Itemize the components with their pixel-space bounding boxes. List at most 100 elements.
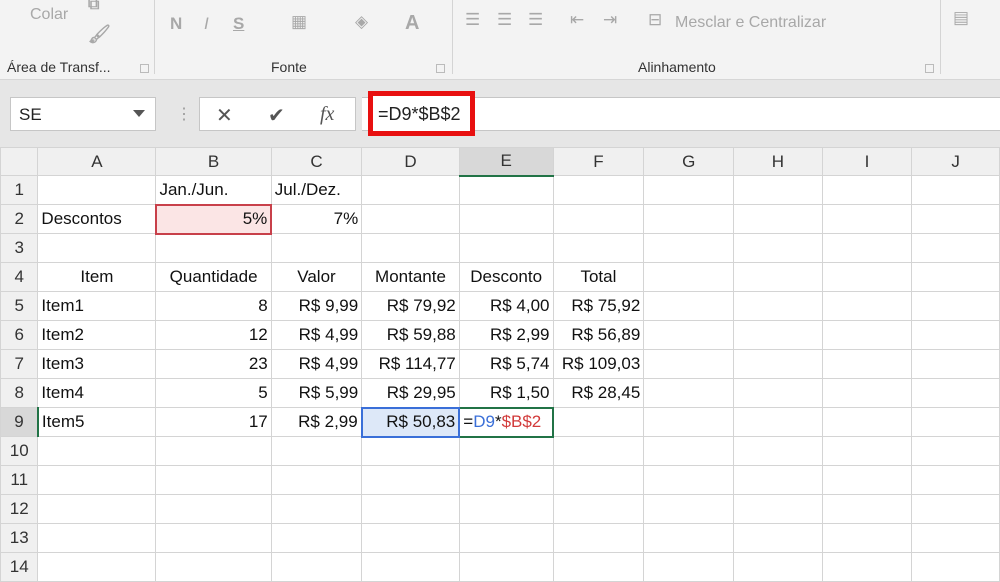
column-header-J[interactable]: J <box>911 147 1000 176</box>
cell-F7[interactable]: R$ 109,03 <box>552 349 645 379</box>
cell-E6[interactable]: R$ 2,99 <box>458 320 554 350</box>
cell-D14[interactable] <box>361 552 460 582</box>
cell-F12[interactable] <box>552 494 645 524</box>
cell-B8[interactable]: 5 <box>155 378 272 408</box>
cell-G4[interactable] <box>643 262 735 292</box>
cell-E9-editing[interactable]: =D9*$B$2 <box>458 406 554 438</box>
row-header[interactable]: 14 <box>0 552 39 582</box>
cell-A13[interactable] <box>37 523 157 553</box>
cell-F13[interactable] <box>552 523 645 553</box>
cancel-icon[interactable]: ✕ <box>216 103 233 128</box>
cell-A3[interactable] <box>37 233 157 263</box>
cell-G12[interactable] <box>643 494 735 524</box>
align-left-icon[interactable]: ☰ <box>465 10 480 30</box>
insert-function-icon[interactable]: fx <box>320 103 334 126</box>
cell-E8[interactable]: R$ 1,50 <box>458 378 554 408</box>
cell-G6[interactable] <box>643 320 735 350</box>
cell-I5[interactable] <box>821 291 913 321</box>
borders-icon[interactable]: ▦ <box>291 12 307 32</box>
cell-J13[interactable] <box>911 523 1000 553</box>
cell-C8[interactable]: R$ 5,99 <box>270 378 363 408</box>
cell-H10[interactable] <box>733 436 823 466</box>
cell-A4[interactable]: Item <box>37 262 157 292</box>
cell-F9[interactable] <box>552 407 645 437</box>
row-header[interactable]: 5 <box>0 291 39 321</box>
cell-G10[interactable] <box>643 436 735 466</box>
cell-J2[interactable] <box>911 204 1000 234</box>
cell-H11[interactable] <box>733 465 823 495</box>
cell-J12[interactable] <box>911 494 1000 524</box>
cell-B11[interactable] <box>155 465 272 495</box>
cell-A8[interactable]: Item4 <box>37 378 157 408</box>
cell-E10[interactable] <box>458 436 554 466</box>
cell-I14[interactable] <box>821 552 913 582</box>
cell-F6[interactable]: R$ 56,89 <box>552 320 645 350</box>
row-header[interactable]: 6 <box>0 320 39 350</box>
row-header[interactable]: 10 <box>0 436 39 466</box>
cell-I7[interactable] <box>821 349 913 379</box>
row-header[interactable]: 12 <box>0 494 39 524</box>
cell-A7[interactable]: Item3 <box>37 349 157 379</box>
select-all[interactable] <box>0 147 39 176</box>
align-center-icon[interactable]: ☰ <box>497 10 512 30</box>
cell-G3[interactable] <box>643 233 735 263</box>
cell-C11[interactable] <box>270 465 363 495</box>
number-format-icon[interactable]: ▤ <box>953 8 969 28</box>
cell-I6[interactable] <box>821 320 913 350</box>
cell-G8[interactable] <box>643 378 735 408</box>
cell-H14[interactable] <box>733 552 823 582</box>
cell-F1[interactable] <box>552 175 645 205</box>
cell-H5[interactable] <box>733 291 823 321</box>
font-launcher-icon[interactable] <box>436 64 445 73</box>
cell-C14[interactable] <box>270 552 363 582</box>
column-header-H[interactable]: H <box>733 147 823 176</box>
cell-D4[interactable]: Montante <box>361 262 460 292</box>
cell-A9[interactable]: Item5 <box>37 407 157 437</box>
cell-J3[interactable] <box>911 233 1000 263</box>
row-header[interactable]: 4 <box>0 262 39 292</box>
merge-center-button[interactable]: Mesclar e Centralizar <box>675 14 826 32</box>
cell-C4[interactable]: Valor <box>270 262 363 292</box>
cell-D1[interactable] <box>361 175 460 205</box>
cell-A11[interactable] <box>37 465 157 495</box>
formula-text[interactable]: =D9*$B$2 <box>368 91 475 136</box>
cell-D7[interactable]: R$ 114,77 <box>361 349 460 379</box>
column-header-A[interactable]: A <box>37 147 157 176</box>
cell-H12[interactable] <box>733 494 823 524</box>
font-color-button[interactable]: A <box>405 12 419 35</box>
copy-icon[interactable]: ⧉ <box>88 0 99 14</box>
row-header[interactable]: 2 <box>0 204 39 234</box>
cell-G5[interactable] <box>643 291 735 321</box>
cell-D6[interactable]: R$ 59,88 <box>361 320 460 350</box>
row-header[interactable]: 9 <box>0 407 39 437</box>
cell-H9[interactable] <box>733 407 823 437</box>
cell-B9[interactable]: 17 <box>155 407 272 437</box>
cell-D13[interactable] <box>361 523 460 553</box>
cell-E2[interactable] <box>458 204 554 234</box>
cell-J5[interactable] <box>911 291 1000 321</box>
cell-G7[interactable] <box>643 349 735 379</box>
cell-I8[interactable] <box>821 378 913 408</box>
cell-H4[interactable] <box>733 262 823 292</box>
cell-C7[interactable]: R$ 4,99 <box>270 349 363 379</box>
cell-H13[interactable] <box>733 523 823 553</box>
cell-J14[interactable] <box>911 552 1000 582</box>
column-header-B[interactable]: B <box>155 147 272 176</box>
cell-D2[interactable] <box>361 204 460 234</box>
cell-H3[interactable] <box>733 233 823 263</box>
cell-E7[interactable]: R$ 5,74 <box>458 349 554 379</box>
cell-A10[interactable] <box>37 436 157 466</box>
cell-A1[interactable] <box>37 175 157 205</box>
cell-I11[interactable] <box>821 465 913 495</box>
cell-B5[interactable]: 8 <box>155 291 272 321</box>
cell-B4[interactable]: Quantidade <box>155 262 272 292</box>
cell-B6[interactable]: 12 <box>155 320 272 350</box>
cell-B12[interactable] <box>155 494 272 524</box>
cell-A6[interactable]: Item2 <box>37 320 157 350</box>
format-painter-icon[interactable]: 🖌 <box>88 24 111 45</box>
row-header[interactable]: 3 <box>0 233 39 263</box>
cell-G13[interactable] <box>643 523 735 553</box>
cell-D11[interactable] <box>361 465 460 495</box>
cell-E11[interactable] <box>458 465 554 495</box>
row-header[interactable]: 8 <box>0 378 39 408</box>
